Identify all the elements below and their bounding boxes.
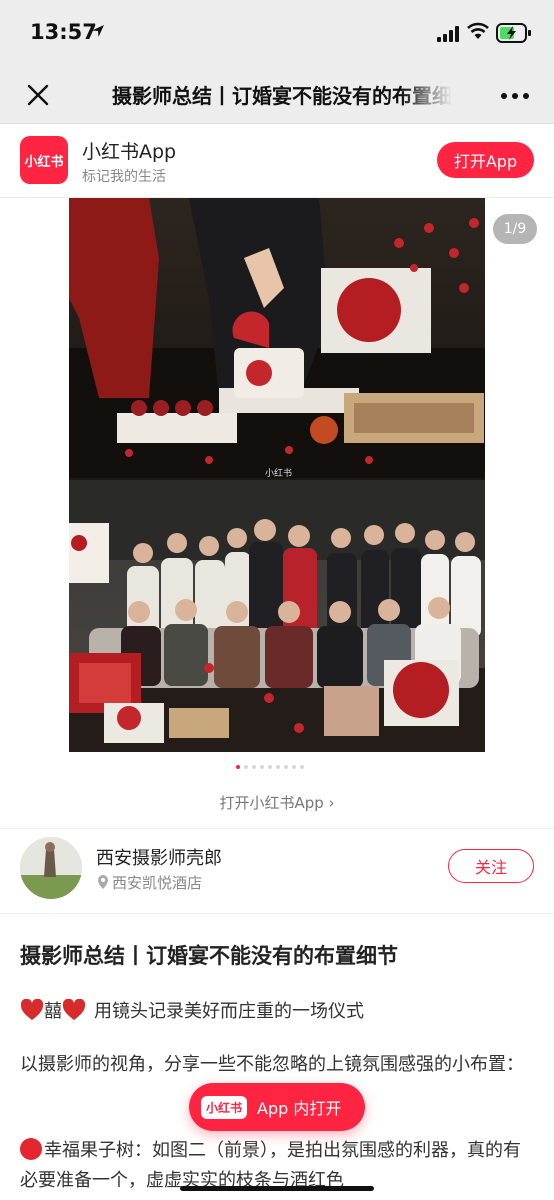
app-name: 小红书App — [82, 141, 177, 163]
pagination-dot[interactable] — [276, 765, 280, 769]
close-icon[interactable] — [24, 81, 52, 109]
author-name[interactable]: 西安摄影师壳郎 — [96, 844, 222, 870]
post-line-1: 囍 用镜头记录美好而庄重的一场仪式 — [20, 997, 540, 1023]
double-happiness-char: 囍 — [44, 1001, 62, 1022]
heart-icon — [62, 999, 86, 1020]
pagination-dot[interactable] — [260, 765, 264, 769]
open-in-app-link-label: 打开小红书App — [219, 794, 324, 812]
app-badge: 小红书 — [201, 1095, 248, 1119]
page-title: 摄影师总结丨订婚宴不能没有的布置细节 — [112, 84, 452, 108]
more-icon[interactable] — [500, 92, 530, 100]
location-arrow-icon — [92, 25, 104, 37]
heart-icon — [20, 999, 44, 1020]
pagination-dot[interactable] — [292, 765, 296, 769]
image-counter: 1/9 — [493, 214, 537, 244]
open-in-app-floating-button[interactable]: 小红书 App 内打开 — [189, 1083, 365, 1131]
pagination-dot[interactable] — [244, 765, 248, 769]
app-download-banner: 小红书 小红书App 标记我的生活 打开App — [0, 124, 554, 198]
gallery-pagination — [236, 765, 304, 771]
app-logo: 小红书 — [20, 136, 68, 184]
app-slogan: 标记我的生活 — [82, 169, 166, 185]
pagination-dot[interactable] — [252, 765, 256, 769]
home-indicator[interactable] — [180, 1186, 374, 1191]
status-bar: 13:57 — [0, 0, 554, 66]
post-line-1-text: 用镜头记录美好而庄重的一场仪式 — [94, 1001, 364, 1022]
post-title: 摄影师总结丨订婚宴不能没有的布置细节 — [20, 944, 398, 968]
post-image[interactable]: 小红书 — [69, 198, 485, 752]
red-circle-icon — [20, 1138, 42, 1160]
open-in-app-label: App 内打开 — [257, 1099, 342, 1118]
avatar[interactable] — [20, 837, 82, 899]
pagination-dot[interactable] — [236, 765, 240, 769]
open-in-app-link[interactable]: 打开小红书App › — [0, 792, 554, 813]
follow-button[interactable]: 关注 — [448, 849, 534, 883]
navigation-bar: 摄影师总结丨订婚宴不能没有的布置细节 — [0, 66, 554, 124]
chevron-right-icon: › — [328, 794, 335, 812]
pagination-dot[interactable] — [268, 765, 272, 769]
location-pin-icon — [98, 875, 108, 889]
status-time: 13:57 — [30, 20, 97, 44]
author-location[interactable]: 西安凯悦酒店 — [112, 872, 202, 893]
watermark-text: 小红书 — [265, 467, 292, 479]
battery-charging-icon — [496, 23, 531, 43]
wifi-icon — [467, 22, 489, 39]
author-row: 西安摄影师壳郎 西安凯悦酒店 关注 — [0, 828, 554, 914]
open-app-button[interactable]: 打开App — [437, 142, 534, 178]
pagination-dot[interactable] — [300, 765, 304, 769]
post-paragraph-2-text: 幸福果子树：如图二（前景），是拍出氛围感的利器，真的有必要准备一个，虚虚实实的枝… — [20, 1140, 521, 1191]
post-paragraph: 以摄影师的视角，分享一些不能忽略的上镜氛围感强的小布置： — [20, 1054, 524, 1075]
pagination-dot[interactable] — [284, 765, 288, 769]
cellular-signal-icon — [437, 26, 459, 42]
